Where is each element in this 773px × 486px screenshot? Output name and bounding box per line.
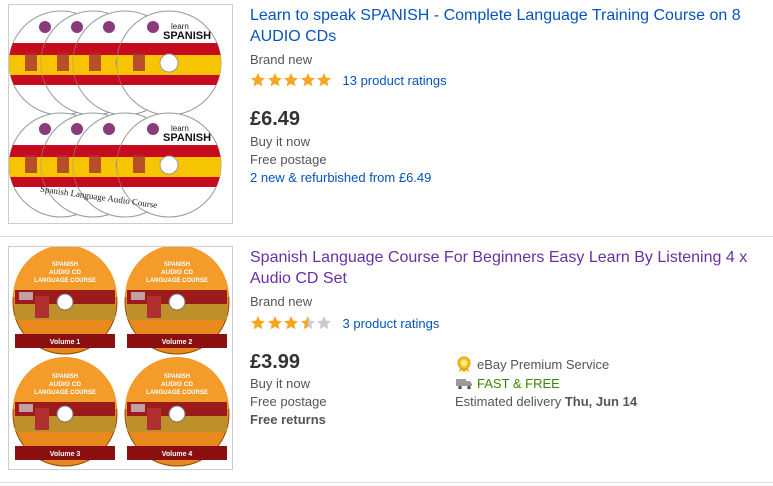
disc-title-text: LANGUAGE COURSE bbox=[146, 278, 208, 284]
star-icon bbox=[284, 73, 298, 87]
spanish-cds-image: learnSPANISHlearnSPANISHSpanish Language… bbox=[9, 10, 222, 218]
disc-volume-label: Volume 1 bbox=[50, 339, 81, 346]
star-icon bbox=[317, 316, 331, 330]
spanish-audio-cd-image: SPANISHAUDIO CDLANGUAGE COURSEVolume 1SP… bbox=[12, 247, 230, 467]
product-image[interactable]: SPANISH AUDIO CD LANGUAGE COURSE Volume 1 SP… bbox=[8, 246, 233, 470]
star-icon bbox=[251, 316, 265, 330]
price: £6.49 bbox=[250, 108, 301, 130]
cd-disc: SPANISHAUDIO CD LANGUAGE COURSE Volume 2 bbox=[124, 247, 230, 355]
rating-row: 3 product ratings bbox=[250, 315, 439, 331]
disc-title-text: SPANISH bbox=[164, 262, 190, 268]
star-rating bbox=[250, 72, 333, 88]
disc-title-text: SPANISH bbox=[52, 262, 78, 268]
disc-volume-label: Volume 2 bbox=[162, 339, 193, 346]
listing-title-link[interactable]: Spanish Language Course For Beginners Ea… bbox=[250, 247, 760, 289]
product-image[interactable]: learn SPANISH learn SPANISH Spanish Language… bbox=[8, 4, 233, 224]
disc-title-text: LANGUAGE COURSE bbox=[34, 278, 96, 284]
free-returns-label: Free returns bbox=[250, 412, 326, 427]
star-icon bbox=[300, 73, 315, 87]
listing-title-link[interactable]: Learn to speak SPANISH - Complete Langua… bbox=[250, 5, 760, 47]
star-icon bbox=[267, 73, 282, 87]
disc-title-text: SPANISH bbox=[52, 374, 78, 380]
star-icon bbox=[317, 73, 331, 87]
listing-item: SPANISH AUDIO CD LANGUAGE COURSE Volume 1 SP… bbox=[0, 238, 773, 483]
cd-disc: learnSPANISH bbox=[116, 10, 222, 116]
premium-badge-icon bbox=[457, 356, 471, 372]
truck-icon bbox=[456, 379, 472, 390]
premium-service-label: eBay Premium Service bbox=[477, 356, 610, 372]
cd-disc: SPANISHAUDIO CD LANGUAGE COURSE Volume 3 bbox=[12, 357, 118, 467]
star-icon bbox=[284, 316, 298, 330]
disc-title-text: LANGUAGE COURSE bbox=[34, 390, 96, 396]
disc-volume-label: Volume 4 bbox=[162, 451, 193, 458]
condition-label: Brand new bbox=[250, 52, 313, 67]
listing-item: learn SPANISH learn SPANISH Spanish Language… bbox=[0, 0, 773, 237]
delivery-date: Thu, Jun 14 bbox=[564, 394, 638, 409]
condition-label: Brand new bbox=[250, 294, 313, 309]
buy-it-now-label: Buy it now bbox=[250, 376, 310, 391]
product-ratings-link[interactable]: 13 product ratings bbox=[343, 73, 447, 88]
disc-title-text: AUDIO CD bbox=[161, 381, 193, 388]
disc-title-text: AUDIO CD bbox=[49, 269, 81, 276]
star-icon bbox=[267, 316, 282, 330]
disc-title-text: AUDIO CD bbox=[161, 269, 193, 276]
product-ratings-link[interactable]: 3 product ratings bbox=[343, 316, 440, 331]
new-refurbished-link[interactable]: 2 new & refurbished from £6.49 bbox=[250, 169, 431, 187]
fast-free-label: FAST & FREE bbox=[477, 375, 560, 391]
premium-service: eBay Premium Service bbox=[455, 356, 609, 372]
disc-title-text: SPANISH bbox=[164, 374, 190, 380]
star-icon bbox=[300, 316, 315, 330]
star-rating bbox=[250, 315, 333, 331]
cd-disc: SPANISHAUDIO CD LANGUAGE COURSE Volume 1 bbox=[12, 247, 118, 355]
buy-it-now-label: Buy it now bbox=[250, 134, 310, 149]
disc-brand-bottom: SPANISH bbox=[163, 30, 211, 42]
star-icon bbox=[251, 73, 265, 87]
cd-disc: SPANISHAUDIO CD LANGUAGE COURSE Volume 4 bbox=[124, 357, 230, 467]
price: £3.99 bbox=[250, 351, 301, 373]
rating-row: 13 product ratings bbox=[250, 72, 447, 88]
fast-free-shipping: FAST & FREE bbox=[455, 375, 560, 391]
disc-title-text: AUDIO CD bbox=[49, 381, 81, 388]
disc-brand-bottom: SPANISH bbox=[163, 132, 211, 144]
disc-title-text: LANGUAGE COURSE bbox=[146, 390, 208, 396]
estimated-delivery: Estimated delivery Thu, Jun 14 bbox=[455, 394, 637, 409]
disc-volume-label: Volume 3 bbox=[50, 451, 81, 458]
postage-label: Free postage bbox=[250, 152, 327, 167]
delivery-label: Estimated delivery bbox=[455, 394, 562, 409]
postage-label: Free postage bbox=[250, 394, 327, 409]
